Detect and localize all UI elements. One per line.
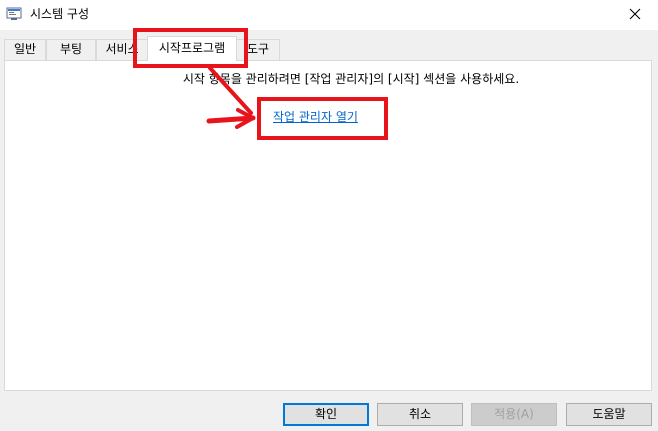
close-icon bbox=[629, 8, 641, 23]
startup-info-text: 시작 항목을 관리하려면 [작업 관리자]의 [시작] 섹션을 사용하세요. bbox=[182, 72, 520, 86]
ok-button[interactable]: 확인 bbox=[283, 403, 369, 426]
window-title: 시스템 구성 bbox=[30, 7, 90, 21]
title-bar: 시스템 구성 bbox=[0, 0, 658, 30]
startup-panel: 시작 항목을 관리하려면 [작업 관리자]의 [시작] 섹션을 사용하세요. 작… bbox=[4, 60, 652, 391]
tab-startup[interactable]: 시작프로그램 bbox=[147, 36, 237, 61]
tab-boot[interactable]: 부팅 bbox=[46, 39, 96, 60]
tab-general[interactable]: 일반 bbox=[4, 39, 46, 60]
open-task-manager-link[interactable]: 작업 관리자 열기 bbox=[273, 108, 358, 125]
system-config-window: 시스템 구성 일반 부팅 서비스 시작프로그램 도구 시작 항목을 관리하려면 … bbox=[0, 0, 658, 431]
cancel-button[interactable]: 취소 bbox=[377, 403, 463, 426]
apply-button[interactable]: 적용(A) bbox=[471, 403, 557, 426]
close-button[interactable] bbox=[612, 0, 658, 30]
tab-tools[interactable]: 도구 bbox=[236, 39, 280, 60]
tab-strip: 일반 부팅 서비스 시작프로그램 도구 bbox=[0, 30, 658, 61]
tab-services[interactable]: 서비스 bbox=[96, 39, 148, 60]
help-button[interactable]: 도움말 bbox=[566, 403, 652, 426]
system-config-icon bbox=[6, 6, 22, 22]
